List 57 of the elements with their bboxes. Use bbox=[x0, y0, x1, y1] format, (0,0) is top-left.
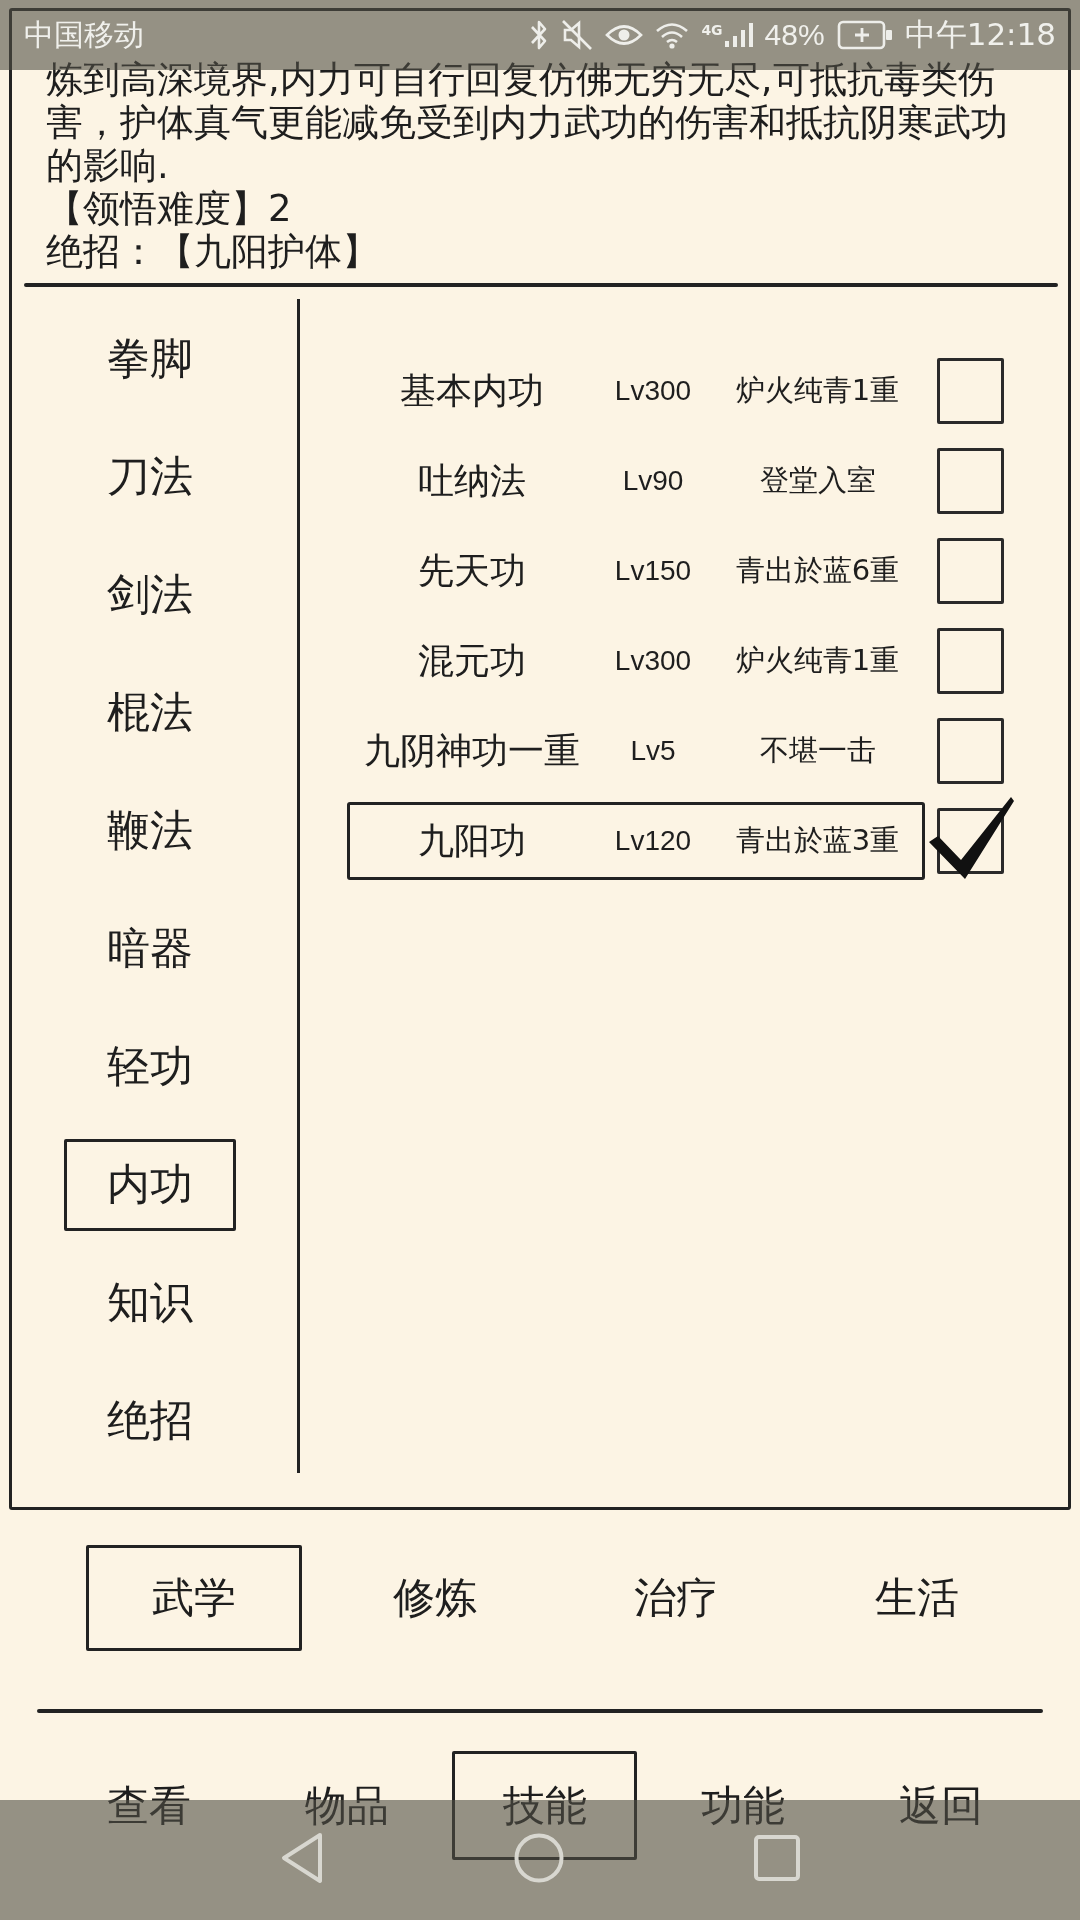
tab[interactable]: 武学 bbox=[86, 1545, 302, 1651]
skill-level: Lv5 bbox=[629, 735, 677, 767]
skill-row[interactable]: 基本内功 Lv300 炉火纯青1重 bbox=[347, 352, 925, 430]
clock-time: 中午12:18 bbox=[904, 15, 1056, 54]
carrier-name: 中国移动 bbox=[24, 15, 144, 54]
difficulty-text: 【领悟难度】2 bbox=[46, 187, 293, 230]
skill-name: 基本内功 bbox=[398, 368, 545, 413]
skill-realm: 青出於蓝3重 bbox=[734, 822, 901, 859]
muted-speaker-icon bbox=[561, 19, 594, 51]
category-tab[interactable]: 内功 bbox=[64, 1139, 236, 1231]
skill-level: Lv120 bbox=[613, 825, 693, 857]
category-tab[interactable]: 鞭法 bbox=[64, 785, 236, 877]
skill-row[interactable]: 吐纳法 Lv90 登堂入室 bbox=[347, 442, 925, 520]
category-tab[interactable]: 轻功 bbox=[64, 1021, 236, 1113]
skill-realm: 炉火纯青1重 bbox=[734, 372, 901, 409]
checkbox[interactable] bbox=[937, 538, 1004, 604]
category-tab[interactable]: 暗器 bbox=[64, 903, 236, 995]
category-tab[interactable]: 拳脚 bbox=[64, 313, 236, 405]
skill-row[interactable]: 九阳功 Lv120 青出於蓝3重 bbox=[347, 802, 925, 880]
tab[interactable]: 修炼 bbox=[327, 1545, 543, 1651]
skill-name: 混元功 bbox=[416, 638, 527, 683]
skill-name: 九阴神功一重 bbox=[362, 728, 581, 773]
category-tab[interactable]: 剑法 bbox=[64, 549, 236, 641]
battery-icon bbox=[836, 20, 893, 50]
skill-row[interactable]: 九阴神功一重 Lv5 不堪一击 bbox=[347, 712, 925, 790]
eye-icon bbox=[605, 22, 644, 48]
skill-row[interactable]: 混元功 Lv300 炉火纯青1重 bbox=[347, 622, 925, 700]
tab[interactable]: 治疗 bbox=[568, 1545, 784, 1651]
skill-description: 炼到高深境界,内力可自行回复仿佛无穷无尽,可抵抗毒类伤害，护体真气更能减免受到内力武功的伤害和抵抗阴寒武功的影响. bbox=[46, 58, 1009, 187]
category-tab[interactable]: 刀法 bbox=[64, 431, 236, 523]
skill-level: Lv300 bbox=[613, 645, 693, 677]
checkmark-icon bbox=[928, 796, 1015, 880]
skill-row[interactable]: 先天功 Lv150 青出於蓝6重 bbox=[347, 532, 925, 610]
checkbox[interactable] bbox=[937, 448, 1004, 514]
signal-icon bbox=[724, 23, 753, 47]
tab[interactable]: 生活 bbox=[809, 1545, 1025, 1651]
wifi-icon bbox=[655, 21, 690, 49]
checkbox[interactable] bbox=[937, 358, 1004, 424]
skill-level: Lv300 bbox=[613, 375, 693, 407]
skill-realm: 青出於蓝6重 bbox=[734, 552, 901, 589]
skill-level: Lv150 bbox=[613, 555, 693, 587]
category-tab[interactable]: 知识 bbox=[64, 1257, 236, 1349]
skill-realm: 登堂入室 bbox=[758, 462, 877, 499]
skill-name: 九阳功 bbox=[416, 818, 527, 863]
category-tab[interactable]: 棍法 bbox=[64, 667, 236, 759]
skill-realm: 炉火纯青1重 bbox=[734, 642, 901, 679]
network-type: 4G bbox=[701, 23, 723, 37]
checkbox[interactable] bbox=[937, 718, 1004, 784]
checkbox[interactable] bbox=[937, 628, 1004, 694]
skill-level: Lv90 bbox=[621, 465, 685, 497]
category-tab[interactable]: 绝招 bbox=[64, 1375, 236, 1467]
skill-realm: 不堪一击 bbox=[758, 732, 877, 769]
skill-name: 吐纳法 bbox=[416, 458, 527, 503]
battery-percent: 48% bbox=[764, 18, 825, 52]
skill-name: 先天功 bbox=[416, 548, 527, 593]
ultimate-move-text: 绝招：【九阳护体】 bbox=[46, 230, 380, 273]
home-icon[interactable] bbox=[514, 1833, 564, 1883]
